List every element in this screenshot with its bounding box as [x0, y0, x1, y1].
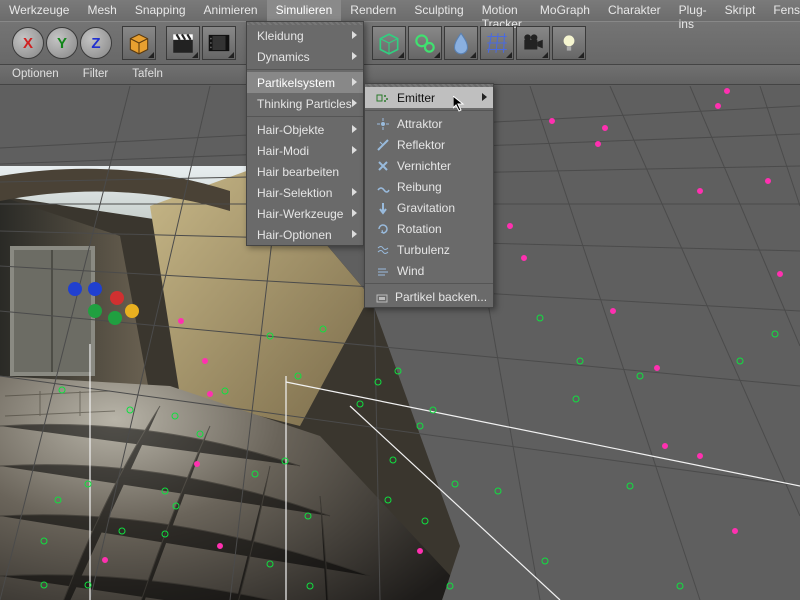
dropdown-indicator-icon — [398, 52, 404, 58]
submenu-arrow-icon — [352, 31, 357, 39]
menu-item-hair-bearbeiten[interactable]: Hair bearbeiten — [247, 161, 363, 182]
submenu-arrow-icon — [352, 209, 357, 217]
menu-item-dynamics[interactable]: Dynamics — [247, 46, 363, 67]
clapboard-button[interactable] — [166, 26, 200, 60]
menu-werkzeuge[interactable]: Werkzeuge — [0, 0, 78, 21]
menu-motion-tracker[interactable]: Motion Tracker — [473, 0, 531, 21]
menu-charakter[interactable]: Charakter — [599, 0, 670, 21]
viewport-menu-tafeln[interactable]: Tafeln — [120, 65, 175, 84]
main-menubar: Werkzeuge Mesh Snapping Animieren Simuli… — [0, 0, 800, 21]
submenu-arrow-icon — [352, 146, 357, 154]
wind-icon — [375, 263, 391, 279]
axis-x-button[interactable]: X — [12, 27, 44, 59]
submenu-arrow-icon — [352, 78, 357, 86]
rotation-icon — [375, 221, 391, 237]
submenu-item-reflektor[interactable]: Reflektor — [365, 134, 493, 155]
menu-item-kleidung[interactable]: Kleidung — [247, 25, 363, 46]
emitter-icon — [375, 90, 391, 106]
partikelsystem-submenu: Emitter Attraktor Reflektor Vernichter R… — [364, 83, 494, 308]
cube-green-button[interactable] — [372, 26, 406, 60]
gears-button[interactable] — [408, 26, 442, 60]
light-button[interactable] — [552, 26, 586, 60]
menu-sculpting[interactable]: Sculpting — [405, 0, 472, 21]
menu-item-hair-selektion[interactable]: Hair-Selektion — [247, 182, 363, 203]
viewport-menubar: Optionen Filter Tafeln — [0, 65, 800, 85]
submenu-item-vernichter[interactable]: Vernichter — [365, 155, 493, 176]
menu-item-hair-werkzeuge[interactable]: Hair-Werkzeuge — [247, 203, 363, 224]
menu-item-hair-objekte[interactable]: Hair-Objekte — [247, 119, 363, 140]
friction-icon — [375, 179, 391, 195]
destructor-icon — [375, 158, 391, 174]
menu-rendern[interactable]: Rendern — [341, 0, 405, 21]
submenu-arrow-icon — [482, 93, 487, 101]
axis-group: X Y Z — [12, 27, 114, 59]
menu-simulieren[interactable]: Simulieren — [267, 0, 342, 21]
film-frame-button[interactable] — [202, 26, 236, 60]
submenu-item-gravitation[interactable]: Gravitation — [365, 197, 493, 218]
dropdown-indicator-icon — [192, 52, 198, 58]
submenu-item-partikel-backen[interactable]: Partikel backen... — [365, 286, 493, 307]
menu-animieren[interactable]: Animieren — [195, 0, 267, 21]
submenu-item-attraktor[interactable]: Attraktor — [365, 113, 493, 134]
camera-button[interactable] — [516, 26, 550, 60]
menu-mograph[interactable]: MoGraph — [531, 0, 599, 21]
turbulence-icon — [375, 242, 391, 258]
dropdown-indicator-icon — [148, 52, 154, 58]
submenu-arrow-icon — [352, 99, 357, 107]
menu-snapping[interactable]: Snapping — [126, 0, 195, 21]
menu-item-partikelsystem[interactable]: Partikelsystem — [247, 72, 363, 93]
submenu-item-reibung[interactable]: Reibung — [365, 176, 493, 197]
menu-item-thinking-particles[interactable]: Thinking Particles — [247, 93, 363, 114]
menu-plugins[interactable]: Plug-ins — [670, 0, 716, 21]
dropdown-indicator-icon — [470, 52, 476, 58]
menu-item-hair-modi[interactable]: Hair-Modi — [247, 140, 363, 161]
submenu-item-turbulenz[interactable]: Turbulenz — [365, 239, 493, 260]
menu-fenster[interactable]: Fens — [764, 0, 800, 21]
submenu-item-rotation[interactable]: Rotation — [365, 218, 493, 239]
axis-z-button[interactable]: Z — [80, 27, 112, 59]
submenu-arrow-icon — [352, 125, 357, 133]
gravity-icon — [375, 200, 391, 216]
bake-icon — [375, 289, 389, 305]
dropdown-indicator-icon — [434, 52, 440, 58]
drop-button[interactable] — [444, 26, 478, 60]
reflector-icon — [375, 137, 391, 153]
submenu-item-emitter[interactable]: Emitter — [365, 87, 493, 108]
dropdown-indicator-icon — [542, 52, 548, 58]
dropdown-indicator-icon — [228, 52, 234, 58]
submenu-arrow-icon — [352, 52, 357, 60]
submenu-arrow-icon — [352, 188, 357, 196]
dropdown-indicator-icon — [506, 52, 512, 58]
submenu-arrow-icon — [352, 230, 357, 238]
cube-tool-button[interactable] — [122, 26, 156, 60]
grid-button[interactable] — [480, 26, 514, 60]
simulieren-dropdown: Kleidung Dynamics Partikelsystem Thinkin… — [246, 21, 364, 246]
dropdown-indicator-icon — [578, 52, 584, 58]
menu-skript[interactable]: Skript — [716, 0, 765, 21]
viewport-menu-filter[interactable]: Filter — [71, 65, 121, 84]
menu-mesh[interactable]: Mesh — [78, 0, 125, 21]
submenu-item-wind[interactable]: Wind — [365, 260, 493, 281]
axis-y-button[interactable]: Y — [46, 27, 78, 59]
viewport-menu-optionen[interactable]: Optionen — [0, 65, 71, 84]
attractor-icon — [375, 116, 391, 132]
menu-item-hair-optionen[interactable]: Hair-Optionen — [247, 224, 363, 245]
